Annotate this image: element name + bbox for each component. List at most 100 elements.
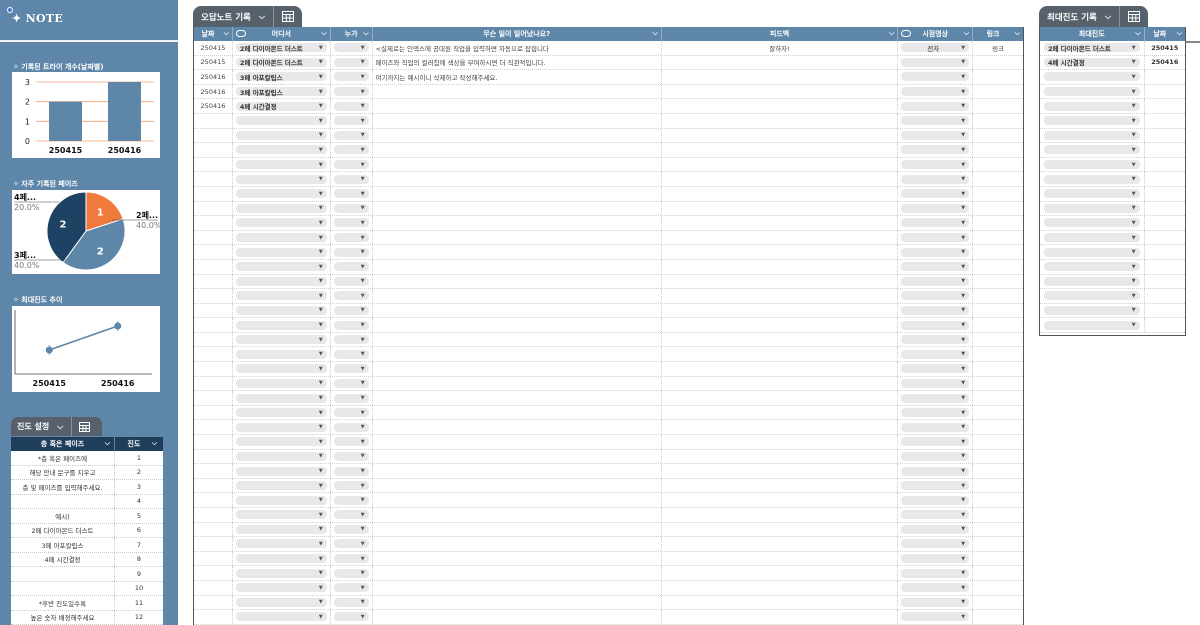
chevron-down-icon[interactable]: ⌵ [224,29,229,38]
max-date-cell[interactable] [1145,99,1185,113]
max-progress-cell[interactable]: ▼ [1040,113,1145,128]
feedback-cell[interactable] [662,259,899,274]
dropdown-arrow-icon[interactable]: ▼ [961,526,965,532]
max-progress-dropdown[interactable]: 2페 다이아몬드 더스트 ▼ [1044,43,1140,53]
max-progress-cell[interactable]: ▼ [1040,216,1145,230]
progress-num-cell[interactable]: 6 [115,524,163,538]
dropdown-arrow-icon[interactable]: ▼ [319,249,323,255]
video-cell[interactable]: ▼ [898,493,974,507]
dropdown-arrow-icon[interactable]: ▼ [361,176,365,182]
progress-num-cell[interactable]: 4 [115,495,163,509]
dropdown-arrow-icon[interactable]: ▼ [319,366,323,372]
header-max-date[interactable]: 날짜 ⌵ [1145,27,1185,41]
feedback-cell[interactable] [662,478,899,493]
date-cell[interactable] [194,186,233,201]
dropdown-arrow-icon[interactable]: ▼ [361,307,365,313]
max-progress-tab[interactable]: 최대진도 기록 ⌵ [1039,6,1148,27]
progress-num-cell[interactable]: 1 [115,451,163,465]
where-cell[interactable]: ▼ [233,522,331,537]
who-dropdown[interactable]: ▼ [333,57,369,67]
progress-phase-cell[interactable]: 3페 아포칼립스 [11,538,115,552]
feedback-cell[interactable] [662,128,899,143]
video-cell[interactable]: ▼ [898,274,974,289]
where-dropdown[interactable]: ▼ [235,510,327,520]
date-cell[interactable] [194,595,233,610]
who-cell[interactable]: ▼ [331,84,373,99]
who-cell[interactable]: ▼ [331,493,373,507]
max-progress-cell[interactable]: ▼ [1040,186,1145,201]
video-cell[interactable]: ▼ [898,84,974,99]
who-cell[interactable]: ▼ [331,70,373,84]
date-cell[interactable] [194,303,233,318]
dropdown-arrow-icon[interactable]: ▼ [361,205,365,211]
where-dropdown[interactable]: ▼ [235,305,327,315]
where-dropdown[interactable]: ▼ [235,218,327,228]
video-cell[interactable]: ▼ [898,420,974,435]
dropdown-arrow-icon[interactable]: ▼ [319,147,323,153]
link-cell[interactable] [973,552,1023,566]
who-cell[interactable]: ▼ [331,391,373,405]
feedback-cell[interactable] [662,230,899,245]
who-dropdown[interactable]: ▼ [333,291,369,301]
progress-num-cell[interactable]: 7 [115,538,163,552]
who-dropdown[interactable]: ▼ [333,612,369,622]
dropdown-arrow-icon[interactable]: ▼ [961,118,965,124]
feedback-cell[interactable] [662,493,899,507]
line-chart-panel[interactable]: 250415 250416 [12,306,160,392]
where-dropdown[interactable]: ▼ [235,481,327,491]
who-dropdown[interactable]: ▼ [333,539,369,549]
link-cell[interactable] [973,508,1023,522]
link-cell[interactable] [973,596,1023,610]
feedback-cell[interactable] [662,274,899,289]
who-dropdown[interactable]: ▼ [333,583,369,593]
date-cell[interactable] [194,405,233,420]
link-cell[interactable] [973,245,1023,259]
video-cell[interactable]: ▼ [898,464,974,478]
who-dropdown[interactable]: ▼ [333,422,369,432]
where-cell[interactable]: ▼ [233,610,331,624]
video-cell[interactable]: ▼ [898,610,974,624]
wrong-note-tab[interactable]: 오답노트 기록 ⌵ [193,6,302,27]
where-cell[interactable]: ▼ [233,537,331,551]
video-dropdown[interactable]: ▼ [901,583,970,593]
what-cell[interactable]: 페이즈와 직업의 컬러칩에 색상을 부여하시면 더 직관적입니다. [373,55,662,70]
video-cell[interactable]: ▼ [898,172,974,186]
video-dropdown[interactable]: ▼ [901,305,970,315]
feedback-cell[interactable] [662,391,899,405]
where-cell[interactable]: ▼ [233,128,331,143]
dropdown-arrow-icon[interactable]: ▼ [961,453,965,459]
where-dropdown[interactable]: 3페 아포칼립스 ▼ [235,72,327,82]
date-cell[interactable] [194,508,233,522]
video-dropdown[interactable]: ▼ [901,189,970,199]
feedback-cell[interactable] [662,186,899,201]
max-date-cell[interactable] [1145,85,1185,99]
header-feedback[interactable]: 피드백 ⌵ [662,27,899,41]
link-cell[interactable] [973,566,1023,580]
where-cell[interactable]: ▼ [233,493,331,507]
dropdown-arrow-icon[interactable]: ▼ [361,45,365,51]
who-dropdown[interactable]: ▼ [333,247,369,257]
link-cell[interactable] [973,289,1023,303]
video-cell[interactable]: ▼ [898,186,974,201]
dropdown-arrow-icon[interactable]: ▼ [319,351,323,357]
max-progress-dropdown[interactable]: ▼ [1044,305,1140,315]
where-cell[interactable]: ▼ [233,113,331,128]
video-cell[interactable]: ▼ [898,566,974,580]
video-cell[interactable]: ▼ [898,216,974,230]
where-dropdown[interactable]: ▼ [235,130,327,140]
max-date-cell[interactable] [1145,289,1185,303]
progress-phase-cell[interactable]: 높은 숫자 배정해주세요 [11,610,115,624]
video-cell[interactable]: ▼ [898,522,974,537]
where-dropdown[interactable]: ▼ [235,393,327,403]
max-date-cell[interactable] [1145,129,1185,143]
dropdown-arrow-icon[interactable]: ▼ [1132,307,1136,313]
link-cell[interactable] [973,318,1023,332]
who-dropdown[interactable]: ▼ [333,203,369,213]
dropdown-arrow-icon[interactable]: ▼ [361,599,365,605]
progress-phase-cell[interactable]: 해당 안내 문구를 지우고 [11,465,115,479]
feedback-cell[interactable] [662,347,899,362]
dropdown-arrow-icon[interactable]: ▼ [319,89,323,95]
dropdown-arrow-icon[interactable]: ▼ [1132,162,1136,168]
where-cell[interactable]: ▼ [233,449,331,464]
link-cell[interactable] [973,450,1023,464]
